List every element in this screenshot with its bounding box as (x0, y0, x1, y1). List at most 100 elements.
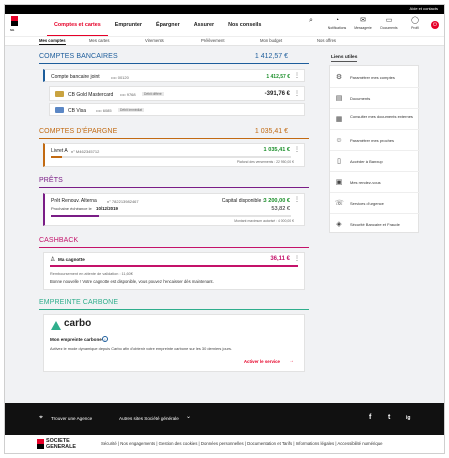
subnav-mon-budget[interactable]: Mon budget (260, 38, 282, 43)
loan-capital: 3 200,00 € (263, 197, 290, 204)
location-pin-icon: ⌖ (39, 414, 43, 421)
loan-row[interactable]: Prêt Renouv. Alterna n° 782213982467 Cap… (43, 193, 305, 226)
sidebar-item-securite[interactable]: ◈ Sécurité Bancaire et Fraude (330, 215, 420, 235)
section-title-prets: PRÊTS (39, 177, 63, 184)
card-badge: Débit immédiat (118, 107, 144, 112)
carbo-brand: carbo (64, 318, 92, 329)
more-options-icon[interactable]: ⋮ (294, 90, 300, 97)
loan-next-date: 10/12/2019 (96, 206, 118, 211)
header: SG Comptes et cartes Emprunter Épargner … (5, 14, 444, 36)
search-icon: ⌕ (309, 17, 313, 24)
shield-icon: ◈ (336, 221, 342, 228)
card-name: CB Visa (68, 107, 86, 114)
legal-bar: SOCIETE GENERALE Sécurité | Nos engageme… (5, 435, 444, 453)
arrow-right-icon[interactable]: → (289, 358, 294, 364)
sidebar-item-documents[interactable]: ▤ Documents (330, 89, 420, 109)
instagram-icon[interactable]: ig (406, 415, 410, 421)
sidebar-item-urgence[interactable]: ☏ Services d'urgence (330, 194, 420, 214)
cashback-card[interactable]: ♙ Ma cagnotte 36,11 € ⋮ Remboursement en… (43, 252, 305, 290)
nav-assurer[interactable]: Assurer (187, 14, 221, 36)
savings-name: Livret A (51, 148, 68, 154)
section-total-epargne: 1 035,41 € (254, 128, 288, 135)
carbone-card: carbo Mon empreinte carbone i Activez le… (43, 314, 305, 372)
logout-power-icon[interactable]: ⏻ (431, 21, 439, 29)
nav-conseils[interactable]: Nos conseils (221, 14, 268, 36)
nav-comptes-cartes[interactable]: Comptes et cartes (47, 14, 108, 36)
activate-service-link[interactable]: Activer le service (244, 359, 280, 364)
loan-number: n° 782213982467 (107, 198, 139, 204)
other-sites-link[interactable]: Autres sites Société générale (119, 416, 179, 421)
app-frame: Aide et contacts SG Comptes et cartes Em… (4, 4, 445, 454)
sg-logo[interactable]: SG (9, 16, 21, 33)
divider (39, 138, 309, 139)
piggy-bank-icon: ♙ (50, 257, 56, 263)
more-options-icon[interactable]: ⋮ (294, 255, 300, 262)
search-button[interactable]: ⌕ (300, 16, 322, 30)
more-options-icon[interactable]: ⋮ (294, 72, 300, 79)
top-strip: Aide et contacts (5, 5, 444, 14)
sidebar-item-documents-externes[interactable]: ▦ Consulter mes documents externes (330, 110, 420, 130)
cagnotte-amount: 36,11 € (270, 256, 290, 262)
subnav-prelevement[interactable]: Prélèvement (201, 38, 225, 43)
subnav-nos-offres[interactable]: Nos offres (317, 38, 336, 43)
savings-progress-track (51, 156, 291, 158)
cagnotte-message: Bonne nouvelle ! Votre cagnotte est disp… (50, 279, 214, 284)
carbo-leaf-icon (51, 321, 61, 330)
more-options-icon[interactable]: ⋮ (294, 146, 300, 153)
divider (39, 247, 309, 248)
loan-progress-fill (51, 215, 99, 217)
section-title-bancaires: COMPTES BANCAIRES (39, 53, 118, 60)
sub-nav: Mes comptes Mes cartes Virements Prélève… (5, 36, 444, 46)
subnav-virements[interactable]: Virements (145, 38, 164, 43)
facebook-icon[interactable]: f (369, 414, 371, 421)
gold-card-icon (55, 91, 64, 97)
card-row[interactable]: CB Gold Mastercard •••• 9768 Débit diffé… (49, 86, 305, 101)
carbone-text: Activez le mode dynamique depuis Carbo a… (50, 346, 232, 351)
twitter-icon[interactable]: t (388, 414, 390, 421)
phone-icon: ▯ (337, 158, 341, 165)
notifications-button[interactable]: ◔ Notifications (326, 16, 348, 30)
legal-links[interactable]: Sécurité | Nos engagements | Gestion des… (101, 441, 383, 446)
account-number: •••• 00120 (111, 74, 129, 80)
card-number: •••• 6085 (96, 108, 112, 113)
loan-progress-track (51, 215, 291, 217)
loan-next-label: Prochaine échéance le (51, 206, 92, 211)
subnav-mes-cartes[interactable]: Mes cartes (89, 38, 109, 43)
divider (39, 187, 309, 188)
info-icon[interactable]: i (102, 336, 108, 342)
carbone-heading: Mon empreinte carbone (50, 337, 102, 342)
sidebar-item-banxup[interactable]: ▯ Accéder à Banxup (330, 152, 420, 172)
loan-capital-label: Capital disponible : (221, 198, 264, 204)
cagnotte-pending: Remboursement en attente de validation :… (50, 272, 133, 276)
external-accounts-icon: ▦ (335, 116, 343, 123)
sidebar-item-proches[interactable]: ☺ Paramétrer mes proches (330, 131, 420, 151)
chevron-down-icon[interactable]: ⌄ (186, 413, 191, 420)
savings-balance: 1 035,41 € (263, 147, 290, 153)
divider (39, 309, 309, 310)
find-agency-link[interactable]: Trouver une Agence (51, 416, 92, 421)
documents-button[interactable]: ▭ Documents (378, 16, 400, 30)
nav-epargner[interactable]: Épargner (149, 14, 187, 36)
card-row[interactable]: CB Visa •••• 6085 Débit immédiat (49, 103, 305, 116)
emergency-icon: ☏ (335, 200, 344, 207)
folder-icon: ▭ (385, 17, 393, 24)
sidebar-item-parametrer-comptes[interactable]: ⚙ Paramétrer mes comptes (330, 68, 420, 88)
loan-name: Prêt Renouv. Alterna (51, 198, 97, 204)
section-title-carbone: EMPREINTE CARBONE (39, 299, 119, 306)
savings-row[interactable]: Livret A n° M462345712 1 035,41 € ⋮ Plaf… (43, 143, 305, 167)
nav-emprunter[interactable]: Emprunter (108, 14, 149, 36)
section-title-epargne: COMPTES D'ÉPARGNE (39, 128, 118, 135)
divider (39, 63, 309, 64)
messagerie-button[interactable]: ✉ Messagerie (352, 16, 374, 30)
profil-button[interactable]: ◯ Profil (404, 16, 426, 30)
more-options-icon[interactable]: ⋮ (294, 196, 300, 203)
footer: ⌖ Trouver une Agence Autres sites Sociét… (5, 403, 444, 435)
subnav-mes-comptes[interactable]: Mes comptes (39, 38, 66, 45)
section-title-cashback: CASHBACK (39, 237, 79, 244)
savings-number: n° M462345712 (71, 148, 100, 154)
account-row[interactable]: Compte bancaire joint •••• 00120 1 412,5… (43, 69, 305, 82)
calendar-icon: ▣ (335, 179, 343, 186)
sidebar-item-rendez-vous[interactable]: ▣ Mes rendez-vous (330, 173, 420, 193)
mail-icon: ✉ (360, 17, 366, 24)
help-link[interactable]: Aide et contacts (410, 6, 438, 11)
